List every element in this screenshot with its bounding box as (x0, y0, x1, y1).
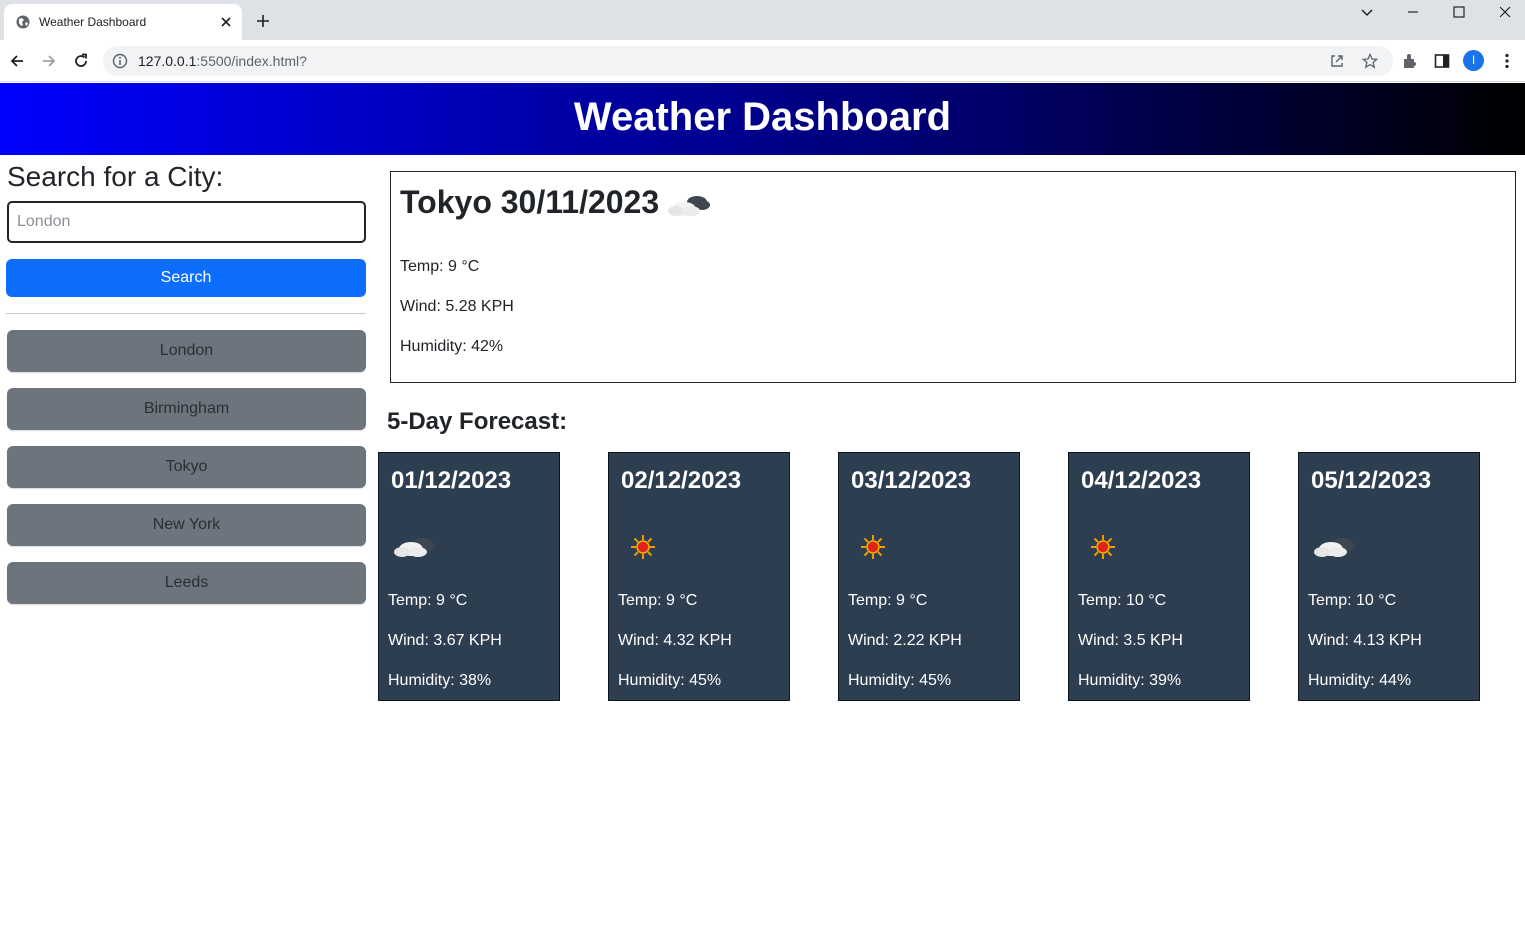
cloudy-icon (394, 538, 435, 557)
browser-toolbar: 127.0.0.1:5500/index.html? I (0, 40, 1525, 82)
forecast-wind: Wind: 4.32 KPH (618, 632, 732, 649)
forecast-card: 05/12/2023 Temp: 10 °C Wind: 4.13 KPH Hu… (1298, 452, 1480, 701)
share-icon[interactable] (1329, 53, 1345, 69)
close-window-icon[interactable] (1497, 4, 1513, 20)
globe-icon (16, 15, 30, 29)
url-host: 127.0.0.1 (138, 53, 197, 69)
forecast-date: 02/12/2023 (621, 467, 742, 494)
bookmark-star-icon[interactable] (1362, 53, 1378, 69)
forecast-wind: Wind: 2.22 KPH (848, 632, 962, 649)
browser-tab-strip: Weather Dashboard (0, 0, 1525, 40)
current-temp: Temp: 9 °C (400, 258, 480, 275)
forecast-temp: Temp: 9 °C (848, 592, 928, 609)
forecast-card: 01/12/2023 Temp: 9 °C Wind: 3.67 KPH Hum… (378, 452, 560, 701)
current-city-date: Tokyo 30/11/2023 (400, 184, 660, 220)
new-tab-icon[interactable] (255, 13, 271, 29)
search-button[interactable]: Search (6, 259, 366, 297)
page: Weather Dashboard Search for a City: Sea… (0, 83, 1525, 927)
current-weather-card: Tokyo 30/11/2023 Temp: 9 °C Wind: 5.28 K… (390, 171, 1516, 383)
forecast-wind: Wind: 3.5 KPH (1078, 632, 1183, 649)
forecast-date: 03/12/2023 (851, 467, 972, 494)
history-button-tokyo[interactable]: Tokyo (7, 446, 366, 488)
forecast-wind: Wind: 3.67 KPH (388, 632, 502, 649)
forecast-date: 04/12/2023 (1081, 467, 1202, 494)
reload-icon[interactable] (72, 52, 90, 70)
forecast-heading: 5-Day Forecast: (387, 408, 568, 435)
maximize-icon[interactable] (1451, 4, 1467, 20)
url-path: :5500/index.html? (196, 53, 307, 69)
tab-search-icon[interactable] (1359, 4, 1375, 20)
cloudy-icon (1314, 538, 1355, 557)
forward-icon[interactable] (40, 52, 58, 70)
sun-icon (631, 535, 655, 559)
history-button-london[interactable]: London (7, 330, 366, 372)
forecast-humidity: Humidity: 39% (1078, 672, 1182, 689)
extensions-icon[interactable] (1401, 52, 1419, 70)
forecast-humidity: Humidity: 45% (618, 672, 722, 689)
site-info-icon[interactable] (112, 53, 128, 69)
url-text: 127.0.0.1:5500/index.html? (138, 53, 307, 69)
current-humidity: Humidity: 42% (400, 338, 504, 355)
profile-avatar[interactable]: I (1463, 50, 1484, 71)
close-tab-icon[interactable] (218, 14, 234, 30)
forecast-temp: Temp: 10 °C (1078, 592, 1167, 609)
back-icon[interactable] (8, 52, 26, 70)
divider (6, 313, 366, 314)
forecast-card: 04/12/2023 Temp: 10 °C Wind: 3.5 KPH Hum… (1068, 452, 1250, 701)
forecast-card: 02/12/2023 Temp: 9 °C Wind: 4.32 KPH Hum… (608, 452, 790, 701)
more-menu-icon[interactable] (1498, 52, 1516, 70)
forecast-date: 01/12/2023 (391, 467, 512, 494)
history-button-birmingham[interactable]: Birmingham (7, 388, 366, 430)
address-bar[interactable]: 127.0.0.1:5500/index.html? (103, 46, 1393, 76)
history-button-leeds[interactable]: Leeds (7, 562, 366, 604)
browser-tab[interactable]: Weather Dashboard (4, 4, 242, 40)
forecast-date: 05/12/2023 (1311, 467, 1432, 494)
page-header: Weather Dashboard (0, 83, 1525, 155)
sun-icon (861, 535, 885, 559)
forecast-temp: Temp: 10 °C (1308, 592, 1397, 609)
search-heading: Search for a City: (7, 161, 224, 192)
page-title: Weather Dashboard (573, 95, 952, 139)
cloudy-icon (668, 196, 710, 216)
forecast-humidity: Humidity: 45% (848, 672, 952, 689)
history-button-new-york[interactable]: New York (7, 504, 366, 546)
forecast-wind: Wind: 4.13 KPH (1308, 632, 1422, 649)
current-wind: Wind: 5.28 KPH (400, 298, 514, 315)
sun-icon (1091, 535, 1115, 559)
minimize-icon[interactable] (1405, 4, 1421, 20)
side-panel-icon[interactable] (1433, 52, 1451, 70)
forecast-humidity: Humidity: 38% (388, 672, 492, 689)
forecast-card: 03/12/2023 Temp: 9 °C Wind: 2.22 KPH Hum… (838, 452, 1020, 701)
city-search-input[interactable] (7, 201, 366, 243)
forecast-temp: Temp: 9 °C (388, 592, 468, 609)
forecast-temp: Temp: 9 °C (618, 592, 698, 609)
tab-title: Weather Dashboard (39, 15, 147, 29)
forecast-humidity: Humidity: 44% (1308, 672, 1412, 689)
